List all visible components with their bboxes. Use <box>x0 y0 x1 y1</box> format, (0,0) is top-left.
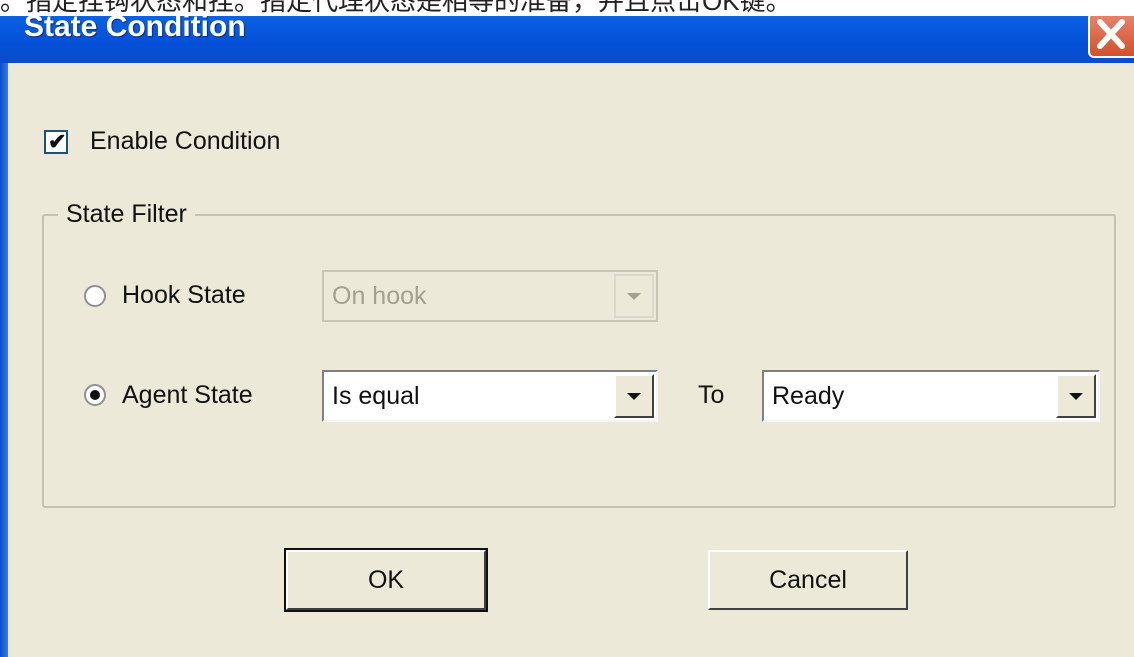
agent-state-operator-value: Is equal <box>332 382 420 410</box>
agent-state-radio[interactable] <box>84 384 106 406</box>
ok-button[interactable]: OK <box>284 548 488 612</box>
hook-state-dropdown-button[interactable] <box>614 274 654 318</box>
state-filter-legend: State Filter <box>58 200 195 229</box>
hook-state-value: On hook <box>332 282 427 310</box>
operator-dropdown-button[interactable] <box>614 374 654 418</box>
state-filter-group <box>42 214 1116 508</box>
value-dropdown-button[interactable] <box>1056 374 1096 418</box>
close-button[interactable] <box>1088 12 1134 58</box>
to-label: To <box>698 381 725 409</box>
agent-state-value-select[interactable]: Ready <box>762 370 1100 422</box>
close-icon <box>1097 19 1125 49</box>
chevron-down-icon <box>627 292 641 300</box>
hook-state-radio[interactable] <box>84 285 106 307</box>
radio-selected-dot <box>90 390 100 400</box>
agent-state-operator-select[interactable]: Is equal <box>322 370 658 422</box>
window-frame <box>0 63 8 657</box>
enable-condition-checkbox[interactable]: ✔ <box>44 129 68 154</box>
agent-state-label: Agent State <box>122 381 253 409</box>
cancel-button[interactable]: Cancel <box>708 550 908 610</box>
hook-state-select[interactable]: On hook <box>322 270 658 322</box>
agent-state-value: Ready <box>772 382 845 410</box>
chevron-down-icon <box>627 392 641 400</box>
hook-state-label: Hook State <box>122 281 246 309</box>
chevron-down-icon <box>1069 392 1083 400</box>
instruction-caption: 。指定挂钩状态和挂。指定代理状态是相等的准备，并且点击OK键。 <box>0 0 1134 16</box>
check-icon: ✔ <box>48 129 67 154</box>
enable-condition-label: Enable Condition <box>90 127 281 155</box>
